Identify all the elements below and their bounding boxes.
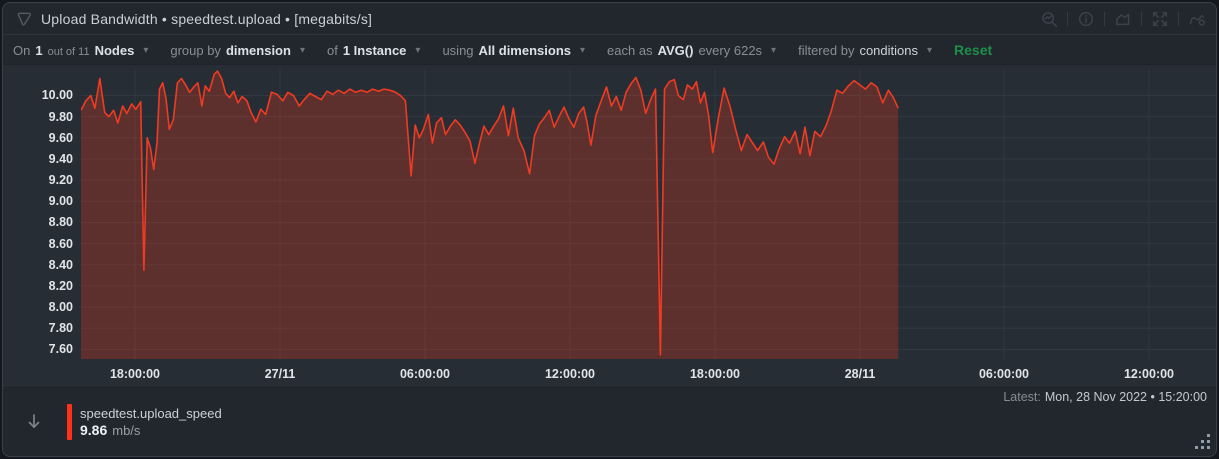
- toolbar-label: using: [442, 43, 473, 58]
- chart-canvas[interactable]: [81, 69, 1216, 359]
- toolbar-label: Nodes: [95, 43, 135, 58]
- icon-divider: [1067, 12, 1068, 26]
- zoom-inspect-icon[interactable]: [1040, 10, 1058, 28]
- header-icons: [1040, 10, 1206, 28]
- chart-title: Upload Bandwidth • speedtest.upload • [m…: [41, 11, 372, 27]
- x-tick-label: 06:00:00: [959, 366, 1049, 382]
- y-tick-label: 7.80: [3, 320, 73, 336]
- chevron-down-icon: ▾: [300, 45, 305, 56]
- toolbar-group-nodes[interactable]: On 1 out of 11 Nodes ▾: [13, 43, 148, 58]
- info-icon[interactable]: [1077, 10, 1095, 28]
- y-tick-label: 8.00: [3, 299, 73, 315]
- toolbar-label: dimension: [226, 43, 291, 58]
- toolbar-label: each as: [607, 43, 653, 58]
- icon-divider: [1104, 12, 1105, 26]
- netdata-logo-icon: [15, 10, 33, 28]
- y-tick-label: 8.60: [3, 236, 73, 252]
- chart-type-icon[interactable]: [1188, 10, 1206, 28]
- x-tick-label: 18:00:00: [90, 366, 180, 382]
- chevron-down-icon: ▾: [771, 45, 776, 56]
- toolbar-label: out of 11: [48, 46, 90, 58]
- fullscreen-icon[interactable]: [1151, 10, 1169, 28]
- latest-label: Latest:: [1003, 390, 1041, 404]
- toolbar-group-dimensions[interactable]: using All dimensions ▾: [442, 43, 585, 58]
- y-tick-label: 8.80: [3, 214, 73, 230]
- y-tick-label: 7.60: [3, 341, 73, 357]
- reset-button[interactable]: Reset: [954, 42, 992, 58]
- y-tick-label: 9.00: [3, 193, 73, 209]
- legend-color-bar: [67, 404, 72, 440]
- toolbar-group-filter[interactable]: filtered by conditions ▾: [798, 43, 932, 58]
- y-tick-label: 8.20: [3, 278, 73, 294]
- y-tick-label: 10.00: [3, 87, 73, 103]
- toolbar-label: group by: [170, 43, 221, 58]
- title-bar: Upload Bandwidth • speedtest.upload • [m…: [3, 3, 1216, 35]
- toolbar-label: every 622s: [698, 43, 762, 58]
- legend-value: 9.86: [80, 422, 107, 438]
- toolbar: On 1 out of 11 Nodes ▾ group by dimension ▾ of 1 …: [3, 36, 1216, 65]
- toolbar-label: 1: [35, 43, 42, 58]
- legend-text: speedtest.upload_speed 9.86 mb/s: [80, 405, 222, 439]
- icon-divider: [1178, 12, 1179, 26]
- area-chart-icon[interactable]: [1114, 10, 1132, 28]
- toolbar-label: conditions: [859, 43, 918, 58]
- chevron-down-icon: ▾: [415, 45, 420, 56]
- x-tick-label: 06:00:00: [380, 366, 470, 382]
- chart-widget: Upload Bandwidth • speedtest.upload • [m…: [2, 2, 1217, 457]
- chart-region: 10.00 9.80 9.60 9.40 9.20 9.00 8.80 8.60 8.40 8.2…: [3, 65, 1216, 385]
- toolbar-label: AVG(): [658, 43, 694, 58]
- legend-value-row: 9.86 mb/s: [80, 422, 222, 439]
- x-tick-label: 28/11: [815, 366, 905, 382]
- resize-handle[interactable]: [1195, 434, 1211, 450]
- toolbar-label: filtered by: [798, 43, 854, 58]
- y-tick-label: 9.60: [3, 130, 73, 146]
- toolbar-group-group-by[interactable]: group by dimension ▾: [170, 43, 305, 58]
- x-tick-label: 27/11: [235, 366, 325, 382]
- toolbar-label: 1 Instance: [343, 43, 407, 58]
- toolbar-label: of: [327, 43, 338, 58]
- x-tick-label: 12:00:00: [1104, 366, 1194, 382]
- toolbar-label: On: [13, 43, 30, 58]
- toolbar-group-instances[interactable]: of 1 Instance ▾: [327, 43, 420, 58]
- sort-down-arrow-icon[interactable]: [25, 412, 43, 432]
- legend-item[interactable]: speedtest.upload_speed 9.86 mb/s: [25, 404, 222, 440]
- toolbar-groups: On 1 out of 11 Nodes ▾ group by dimension ▾ of 1 …: [13, 43, 932, 58]
- chevron-down-icon: ▾: [143, 45, 148, 56]
- x-tick-label: 18:00:00: [670, 366, 760, 382]
- legend-dimension-name: speedtest.upload_speed: [80, 405, 222, 422]
- x-tick-label: 12:00:00: [525, 366, 615, 382]
- area-series: [81, 71, 898, 359]
- latest-value: Mon, 28 Nov 2022 • 15:20:00: [1045, 390, 1207, 404]
- y-tick-label: 9.20: [3, 172, 73, 188]
- y-tick-label: 9.80: [3, 109, 73, 125]
- y-tick-label: 9.40: [3, 151, 73, 167]
- toolbar-group-aggregation[interactable]: each as AVG() every 622s ▾: [607, 43, 776, 58]
- chevron-down-icon: ▾: [927, 45, 932, 56]
- toolbar-label: All dimensions: [479, 43, 571, 58]
- latest-timestamp: Latest: Mon, 28 Nov 2022 • 15:20:00: [1003, 390, 1207, 404]
- footer: Latest: Mon, 28 Nov 2022 • 15:20:00 speed…: [3, 385, 1216, 456]
- icon-divider: [1141, 12, 1142, 26]
- chevron-down-icon: ▾: [580, 45, 585, 56]
- y-tick-label: 8.40: [3, 257, 73, 273]
- stage: Upload Bandwidth • speedtest.upload • [m…: [0, 0, 1219, 459]
- legend-unit: mb/s: [112, 423, 140, 438]
- plot-area[interactable]: [81, 69, 1216, 359]
